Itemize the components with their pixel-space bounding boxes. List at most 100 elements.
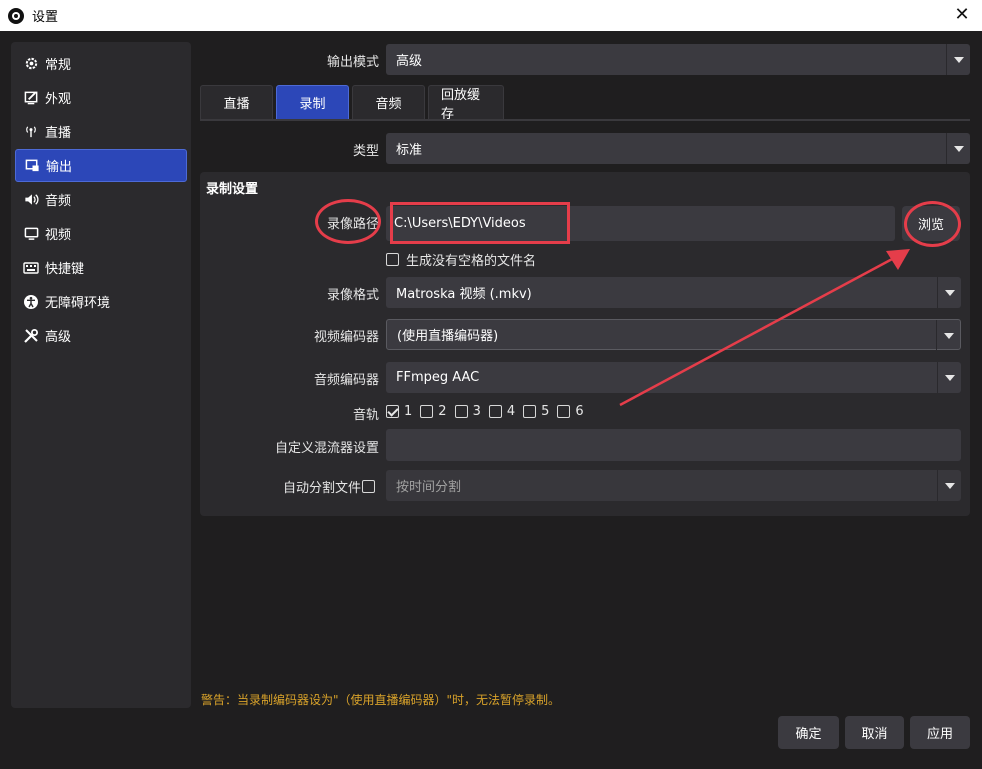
- gear-icon: [23, 56, 39, 72]
- audio-encoder-value: FFmpeg AAC: [396, 370, 480, 385]
- output-mode-label: 输出模式: [326, 55, 379, 70]
- recording-settings-title: 录制设置: [206, 182, 259, 197]
- sidebar-item-label: 直播: [45, 126, 72, 141]
- sidebar-item-label: 视频: [45, 228, 72, 243]
- chevron-down-icon: [946, 133, 970, 164]
- track-checkbox[interactable]: [420, 405, 434, 418]
- type-select[interactable]: 标准: [386, 133, 970, 164]
- output-mode-value: 高级: [396, 54, 423, 69]
- speaker-icon: [23, 192, 39, 208]
- tab-label: 直播: [223, 97, 250, 112]
- audio-track-1[interactable]: 1: [386, 404, 412, 419]
- sidebar-item-general[interactable]: 常规: [15, 47, 187, 80]
- recording-format-label: 录像格式: [326, 288, 379, 303]
- keyboard-icon: [23, 260, 39, 276]
- sidebar-item-label: 快捷键: [45, 262, 85, 277]
- auto-split-label: 自动分割文件: [282, 481, 361, 496]
- sidebar-item-label: 音频: [45, 194, 72, 209]
- track-number: 2: [438, 404, 447, 419]
- audio-track-5[interactable]: 5: [523, 404, 549, 419]
- accessibility-icon: [23, 294, 39, 310]
- tab-recording[interactable]: 录制: [276, 85, 349, 119]
- monitor-icon: [23, 226, 39, 242]
- auto-split-select[interactable]: 按时间分割: [386, 470, 961, 501]
- output-mode-select[interactable]: 高级: [386, 44, 970, 75]
- sidebar-item-label: 无障碍环境: [45, 296, 111, 311]
- chevron-down-icon: [937, 362, 961, 393]
- custom-muxer-label: 自定义混流器设置: [274, 441, 379, 456]
- obs-logo-icon: [8, 7, 24, 24]
- track-number: 1: [404, 404, 413, 419]
- ok-button[interactable]: 确定: [778, 716, 839, 749]
- track-checkbox[interactable]: [557, 405, 571, 418]
- apply-button[interactable]: 应用: [910, 716, 970, 749]
- no-space-filename-label: 生成没有空格的文件名: [406, 254, 537, 269]
- tab-label: 录制: [299, 97, 326, 112]
- tab-audio[interactable]: 音频: [352, 85, 425, 119]
- video-encoder-select[interactable]: (使用直播编码器): [386, 319, 961, 351]
- sidebar-item-label: 外观: [45, 92, 72, 107]
- sidebar-item-hotkeys[interactable]: 快捷键: [15, 251, 187, 284]
- audio-tracks-label: 音轨: [352, 408, 379, 423]
- sidebar-item-label: 常规: [45, 58, 72, 73]
- chevron-down-icon: [937, 470, 961, 501]
- broadcast-icon: [23, 124, 39, 140]
- title-bar: 设置 ✕: [0, 0, 982, 31]
- tab-stream[interactable]: 直播: [200, 85, 273, 119]
- sidebar-item-label: 输出: [46, 160, 73, 175]
- output-icon: [24, 158, 40, 174]
- chevron-down-icon: [937, 277, 961, 308]
- track-checkbox[interactable]: [523, 405, 537, 418]
- sidebar-item-video[interactable]: 视频: [15, 217, 187, 250]
- tab-label: 回放缓存: [441, 87, 481, 122]
- chevron-down-icon: [936, 320, 960, 351]
- track-number: 5: [541, 404, 550, 419]
- tab-label: 音频: [375, 97, 402, 112]
- annotation-circle-browse: [904, 201, 961, 247]
- video-encoder-value: (使用直播编码器): [397, 329, 499, 344]
- audio-track-2[interactable]: 2: [420, 404, 447, 419]
- track-checkbox[interactable]: [386, 405, 399, 418]
- auto-split-option: 自动分割文件: [240, 477, 375, 496]
- settings-sidebar: 常规 外观 直播 输出 音频 视频 快捷键 无障碍环境 高级: [11, 42, 191, 708]
- type-label: 类型: [352, 144, 379, 159]
- custom-muxer-input[interactable]: [386, 429, 961, 461]
- output-tabs: 直播 录制 音频 回放缓存: [200, 85, 507, 122]
- track-number: 3: [472, 404, 481, 419]
- recording-format-select[interactable]: Matroska 视频 (.mkv): [386, 277, 961, 308]
- sidebar-item-output[interactable]: 输出: [15, 149, 187, 182]
- close-icon[interactable]: ✕: [950, 4, 974, 26]
- track-number: 4: [506, 404, 516, 419]
- chevron-down-icon: [946, 44, 970, 75]
- no-space-filename-checkbox[interactable]: [386, 253, 399, 266]
- type-value: 标准: [396, 143, 423, 158]
- auto-split-value: 按时间分割: [396, 480, 462, 495]
- audio-encoder-label: 音频编码器: [313, 373, 379, 388]
- tab-replay-buffer[interactable]: 回放缓存: [428, 85, 504, 122]
- audio-encoder-select[interactable]: FFmpeg AAC: [386, 362, 961, 393]
- tools-icon: [23, 328, 39, 344]
- recording-format-value: Matroska 视频 (.mkv): [396, 287, 532, 302]
- window-title: 设置: [32, 10, 59, 25]
- sidebar-item-accessibility[interactable]: 无障碍环境: [15, 285, 187, 318]
- cancel-button[interactable]: 取消: [845, 716, 904, 749]
- audio-track-3[interactable]: 3: [454, 404, 481, 419]
- sidebar-item-appearance[interactable]: 外观: [15, 81, 187, 114]
- no-space-filename-option[interactable]: 生成没有空格的文件名: [386, 250, 536, 269]
- sidebar-item-label: 高级: [45, 330, 72, 345]
- auto-split-checkbox[interactable]: [362, 480, 375, 493]
- sidebar-item-audio[interactable]: 音频: [15, 183, 187, 216]
- track-checkbox[interactable]: [488, 405, 502, 418]
- video-encoder-label: 视频编码器: [313, 330, 379, 345]
- audio-track-4[interactable]: 4: [488, 404, 516, 419]
- audio-tracks: 1 2 3 4 5 6: [386, 404, 592, 419]
- sidebar-item-stream[interactable]: 直播: [15, 115, 187, 148]
- track-number: 6: [575, 404, 584, 419]
- annotation-circle-path-label: [315, 199, 381, 244]
- appearance-icon: [23, 90, 39, 106]
- track-checkbox[interactable]: [454, 405, 468, 418]
- audio-track-6[interactable]: 6: [557, 404, 584, 419]
- annotation-rect-path-value: [390, 202, 570, 244]
- warning-text: 警告：当录制编码器设为"（使用直播编码器）"时，无法暂停录制。: [201, 693, 561, 707]
- sidebar-item-advanced[interactable]: 高级: [15, 319, 187, 352]
